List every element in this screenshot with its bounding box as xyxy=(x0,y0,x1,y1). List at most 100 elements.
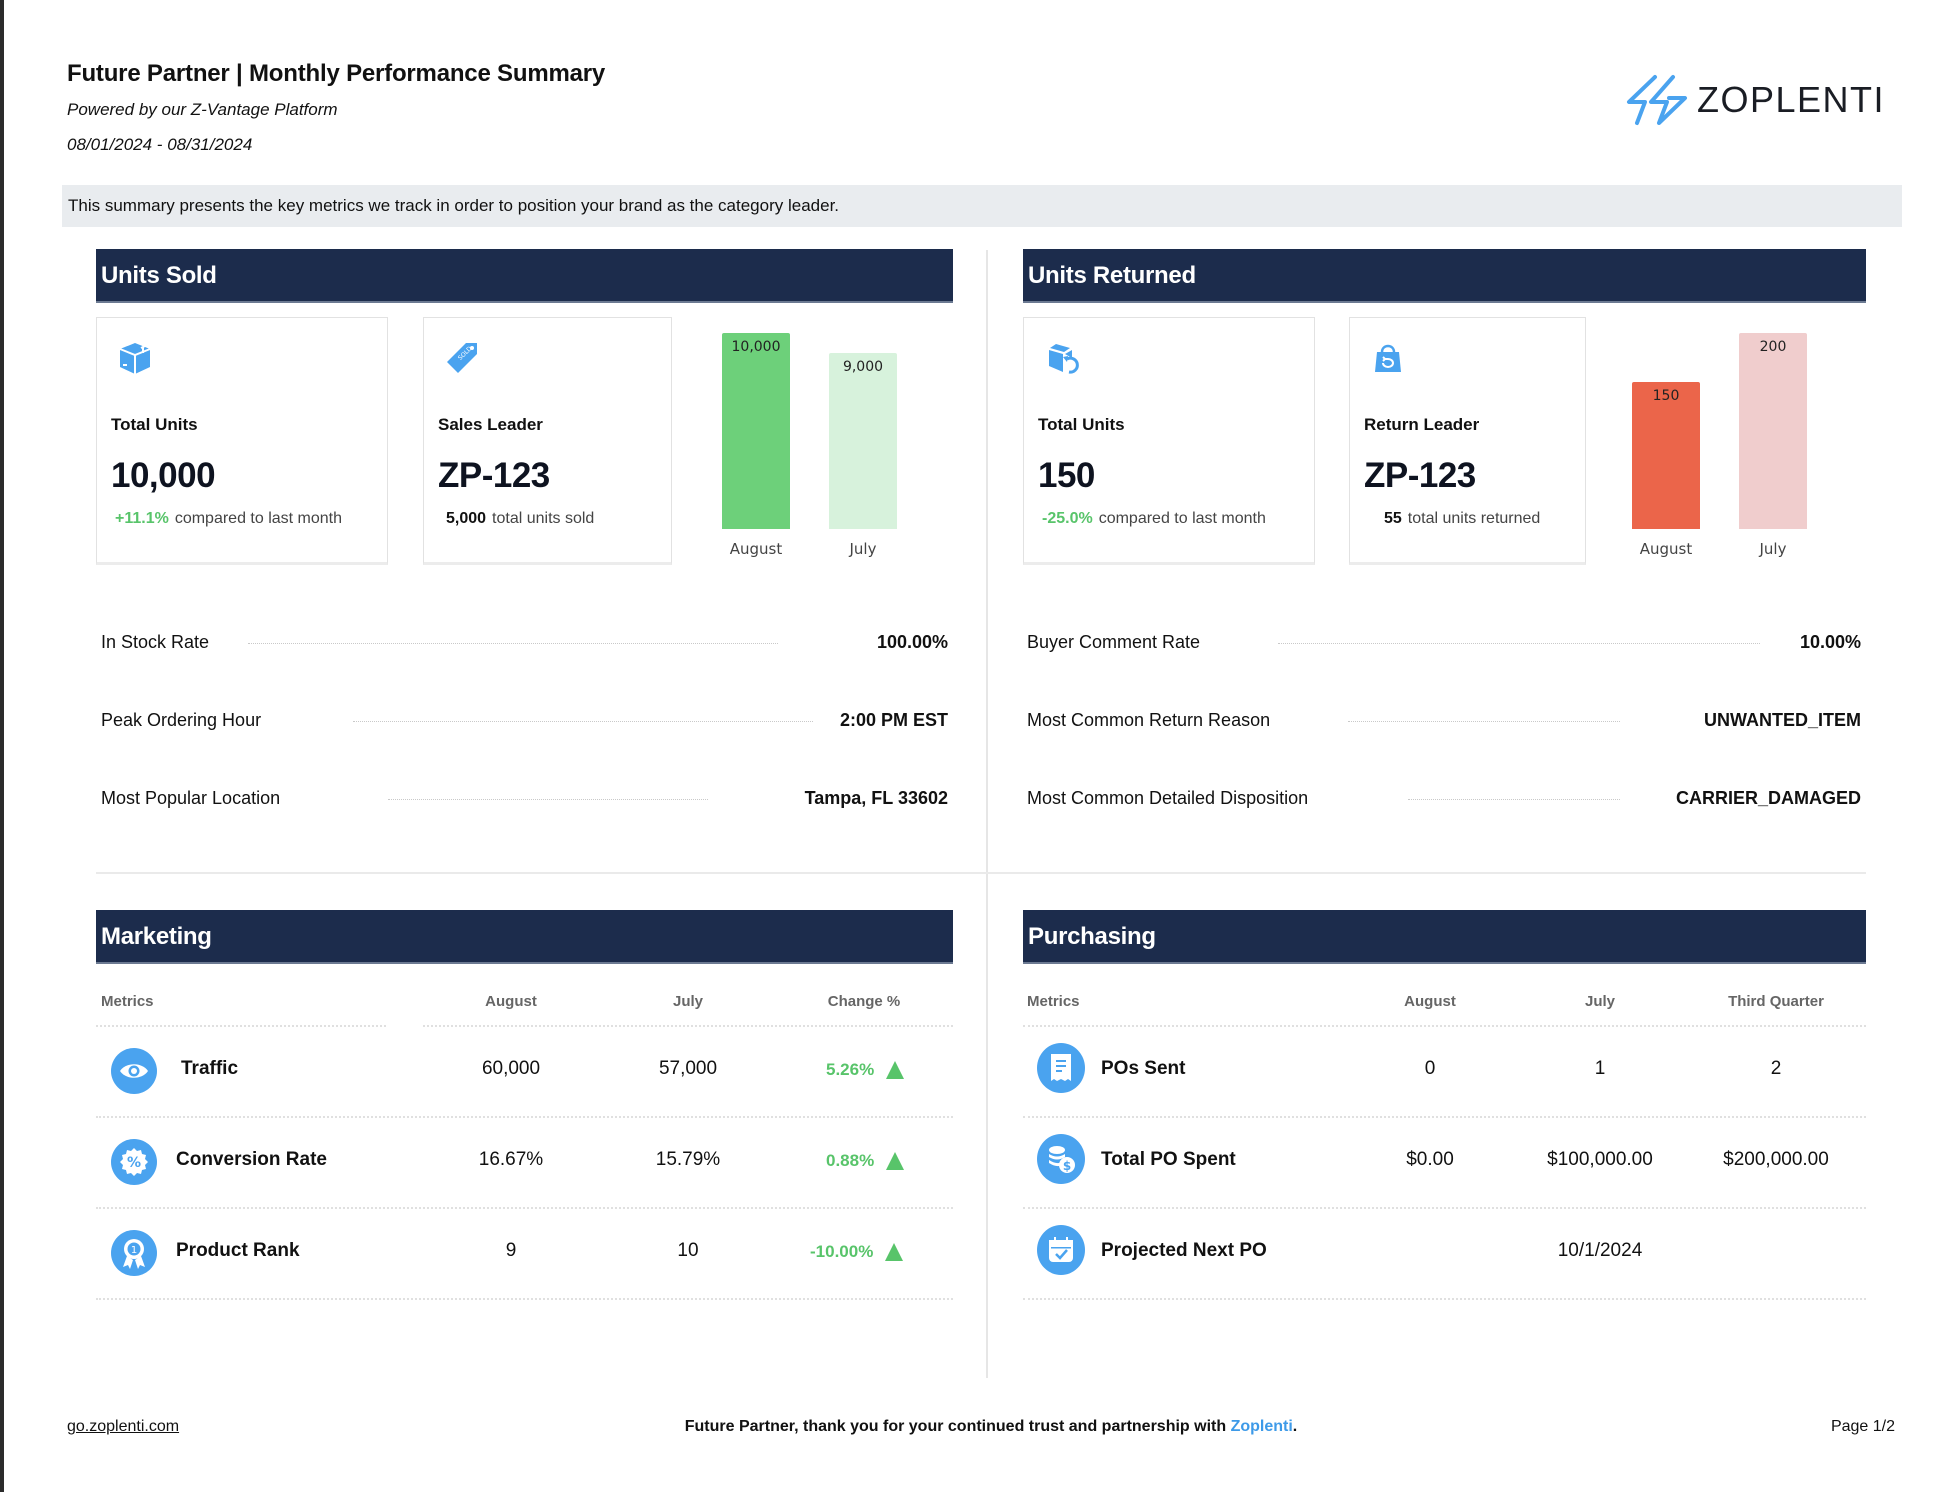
units-sold-total-card: Total Units 10,000 +11.1% compared to las… xyxy=(96,317,388,565)
kv-value: CARRIER_DAMAGED xyxy=(1675,788,1861,808)
column-divider xyxy=(986,250,988,1378)
kv-label: Most Popular Location xyxy=(101,788,281,808)
footer-message-text: Future Partner, thank you for your conti… xyxy=(684,1418,1231,1435)
return-leader-card: Return Leader ZP-123 55 total units retur… xyxy=(1349,317,1586,565)
kv-value: 2:00 PM EST xyxy=(839,710,948,730)
kv-value: Tampa, FL 33602 xyxy=(804,788,948,808)
units-sold-title: Units Sold xyxy=(101,262,217,289)
units-sold-chart: 10,000 August 9,000 July xyxy=(700,320,940,570)
metric-third-quarter: $200,000.00 xyxy=(1723,1149,1829,1170)
metric-august: 60,000 xyxy=(481,1058,541,1079)
purchasing-title: Purchasing xyxy=(1028,923,1156,950)
bar-data-label: 200 xyxy=(1759,339,1787,355)
metric-august: 16.67% xyxy=(478,1149,544,1170)
box-icon xyxy=(119,343,151,374)
table-divider xyxy=(1023,1116,1866,1118)
bar-july xyxy=(1739,333,1807,529)
trend-up-icon xyxy=(886,1152,905,1170)
column-header-august: August xyxy=(485,993,537,1010)
card-label: Total Units xyxy=(1038,415,1125,434)
table-row-icon-wrap xyxy=(1037,1225,1085,1275)
page-number: Page 1/2 xyxy=(1830,1418,1895,1435)
card-change: +11.1% compared to last month xyxy=(115,510,342,528)
return-bag-icon xyxy=(1375,344,1401,372)
svg-text:$: $ xyxy=(1063,1159,1071,1173)
footer-brand-link[interactable]: Zoplenti xyxy=(1231,1418,1293,1435)
units-returned-title: Units Returned xyxy=(1028,262,1196,289)
table-divider xyxy=(423,1025,953,1027)
kv-leader-dots xyxy=(353,721,813,722)
date-range: 08/01/2024 - 08/31/2024 xyxy=(67,135,253,154)
bar-data-label: 9,000 xyxy=(842,359,884,375)
page-edge xyxy=(0,0,4,1492)
sales-leader-card: SOLD Sales Leader ZP-123 5,000 total unit… xyxy=(423,317,672,565)
brand-logo: ZOPLENTI xyxy=(1625,72,1885,128)
metric-july: 10 xyxy=(677,1240,699,1261)
table-divider xyxy=(96,1116,953,1118)
summary-banner-text: This summary presents the key metrics we… xyxy=(68,196,840,215)
card-value: 150 xyxy=(1038,456,1095,495)
card-label: Return Leader xyxy=(1364,415,1480,434)
kv-label: Most Common Return Reason xyxy=(1027,710,1271,730)
kv-leader-dots xyxy=(1278,643,1760,644)
kv-value: UNWANTED_ITEM xyxy=(1704,710,1861,730)
table-row-icon-wrap: 1 xyxy=(111,1230,157,1276)
kv-label: Buyer Comment Rate xyxy=(1027,632,1201,652)
table-row-icon-wrap: $ xyxy=(1037,1134,1085,1184)
metric-name: Product Rank xyxy=(176,1240,300,1261)
metric-name: Conversion Rate xyxy=(176,1149,327,1170)
logo-text: ZOPLENTI xyxy=(1697,79,1886,120)
column-header-july: July xyxy=(672,993,703,1010)
change-text: compared to last month xyxy=(174,510,343,527)
bar-category-label: July xyxy=(849,540,877,558)
award-ribbon-icon: 1 xyxy=(111,1230,157,1276)
kv-value: 10.00% xyxy=(1799,632,1861,652)
kv-leader-dots xyxy=(1408,799,1620,800)
sub-value: 5,000 xyxy=(446,510,487,527)
change-text: compared to last month xyxy=(1098,510,1266,527)
bar-july xyxy=(829,353,897,529)
table-row-icon-wrap: % xyxy=(111,1139,157,1185)
sub-text: total units sold xyxy=(492,510,595,527)
units-returned-total-card: Total Units 150 -25.0% compared to last m… xyxy=(1023,317,1315,565)
table-divider xyxy=(1023,1298,1866,1300)
kv-leader-dots xyxy=(248,643,778,644)
metric-name: Total PO Spent xyxy=(1101,1149,1236,1170)
table-row-icon-wrap xyxy=(1037,1043,1085,1093)
units-returned-chart: 150 August 200 July xyxy=(1610,320,1850,570)
metric-july: $100,000.00 xyxy=(1547,1149,1653,1170)
kv-label: Most Common Detailed Disposition xyxy=(1027,788,1309,808)
metric-august: 9 xyxy=(505,1240,517,1261)
sold-out-tag-icon: SOLD xyxy=(447,343,477,373)
bar-category-label: July xyxy=(1759,540,1787,558)
metric-third-quarter: 2 xyxy=(1770,1058,1782,1079)
table-divider xyxy=(96,1025,386,1027)
percent-badge-icon: % xyxy=(111,1139,157,1185)
card-value: ZP-123 xyxy=(438,456,550,495)
zoplenti-bolt-icon xyxy=(1627,75,1687,125)
column-header-metrics: Metrics xyxy=(1027,993,1080,1010)
card-label: Sales Leader xyxy=(438,415,543,434)
metric-july: 1 xyxy=(1594,1058,1606,1079)
bar-data-label: 10,000 xyxy=(731,339,781,355)
metric-july: 10/1/2024 xyxy=(1557,1240,1643,1261)
kv-label: Peak Ordering Hour xyxy=(101,710,262,730)
bar-data-label: 150 xyxy=(1652,388,1680,404)
bar-category-label: August xyxy=(729,540,783,558)
card-change: -25.0% compared to last month xyxy=(1042,510,1266,528)
metric-name: Projected Next PO xyxy=(1101,1240,1267,1261)
table-divider xyxy=(96,1207,953,1209)
kv-value: 100.00% xyxy=(876,632,948,652)
change-value: 5.26% xyxy=(826,1060,875,1079)
table-divider xyxy=(1023,1207,1866,1209)
card-value: ZP-123 xyxy=(1364,456,1476,495)
metric-july: 15.79% xyxy=(655,1149,721,1170)
card-label: Total Units xyxy=(111,415,198,434)
trend-up-icon xyxy=(885,1243,904,1261)
sub-text: total units returned xyxy=(1407,510,1541,527)
change-value: -10.00% xyxy=(810,1242,874,1261)
metric-change: -10.00% xyxy=(810,1242,904,1262)
calendar-check-icon xyxy=(1037,1225,1085,1275)
units-sold-header: Units Sold xyxy=(96,249,953,303)
card-value: 10,000 xyxy=(111,456,216,495)
